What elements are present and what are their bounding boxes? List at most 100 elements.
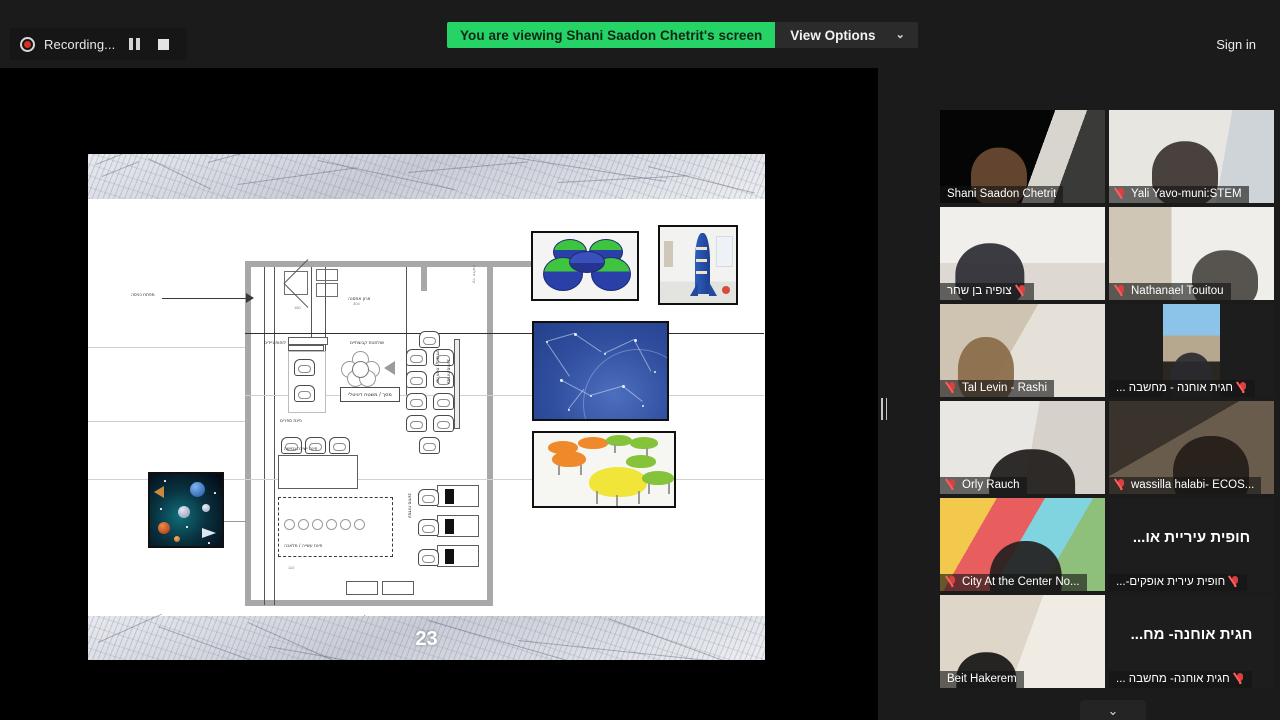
participant-nameplate: Yali Yavo-muni:STEM — [1109, 186, 1249, 203]
mic-muted-icon — [1116, 285, 1126, 297]
participant-nameplate: Orly Rauch — [940, 477, 1027, 494]
label-group-tables-right: שולחנות קבוצתיים — [434, 349, 440, 383]
participant-grid: Shani Saadon Chetrit Yali Yavo-muni:STEM צ… — [940, 110, 1280, 688]
chevron-down-icon: ⌄ — [896, 30, 905, 41]
chair — [294, 359, 315, 376]
space-photo-leader — [224, 521, 246, 522]
monitor-icon — [445, 489, 454, 504]
label-flex-seating: פינת ישיבה גמישה — [284, 447, 317, 453]
label-windows-wall: קיר חלונות — [472, 265, 477, 284]
participant-nameplate: Tal Levin - Rashi — [940, 380, 1054, 397]
participant-nameplate: חגית אוחנה- מחשבה ... — [1109, 671, 1252, 688]
bottom-desk-a — [346, 581, 378, 595]
guide-line-left-b — [88, 347, 245, 348]
interior-wall-d — [264, 267, 265, 605]
chair — [406, 371, 427, 388]
gallery-scroll-down-button[interactable]: ⌄ — [1080, 700, 1146, 720]
participant-nameplate: חופית עירית אופקים-... — [1109, 574, 1247, 591]
interior-wall-e — [274, 267, 275, 605]
group-table-lower — [278, 455, 358, 489]
participant-nameplate: Beit Hakerem — [940, 671, 1024, 688]
guide-line-left-a — [88, 421, 245, 422]
wall-segment-corner — [421, 261, 427, 291]
modular-tables-photo — [532, 431, 676, 508]
flower-stools-photo — [531, 231, 639, 301]
participant-tile[interactable]: Nathanael Touitou — [1109, 207, 1274, 300]
participant-tile[interactable]: חופית עיריית או...חופית עירית אופקים-... — [1109, 498, 1274, 591]
participant-nameplate: Shani Saadon Chetrit — [940, 186, 1063, 203]
floor-plan-drawing: מפתח כניסה לוחות ניידים פינת ספרים פינת … — [88, 199, 765, 616]
monitor-icon — [445, 519, 454, 534]
label-library-corner: פינת ספרים — [280, 419, 302, 425]
entry-leader-line — [162, 298, 247, 299]
table-pointer-icon — [384, 361, 395, 375]
chair — [418, 549, 439, 566]
dim-label-180: 180 — [294, 305, 301, 310]
label-computer-stations: עמדות מחשב — [445, 359, 451, 384]
label-storage: ארון אחסנה — [348, 297, 370, 303]
chevron-down-icon: ⌄ — [1108, 703, 1119, 719]
participant-nameplate: wassilla halabi- ECOS... — [1109, 477, 1261, 494]
storage-unit-top — [316, 269, 338, 281]
mic-muted-icon — [1116, 188, 1126, 200]
participant-tile[interactable]: Tal Levin - Rashi — [940, 304, 1105, 397]
participant-name: צופיה בן שחר — [947, 285, 1012, 297]
chair — [406, 349, 427, 366]
participant-tile[interactable]: Beit Hakerem — [940, 595, 1105, 688]
participant-tile[interactable]: Orly Rauch — [940, 401, 1105, 494]
monitor-icon — [445, 549, 454, 564]
viewing-screen-banner: You are viewing Shani Saadon Chetrit's s… — [447, 22, 775, 48]
mic-muted-icon — [1116, 479, 1126, 491]
chair — [329, 437, 350, 454]
chair — [406, 393, 427, 410]
participant-tile[interactable]: Yali Yavo-muni:STEM — [1109, 110, 1274, 203]
label-maker-space: פינת עשייה / מלאכה — [284, 544, 322, 550]
drag-handle-icon[interactable] — [881, 398, 887, 420]
chair — [433, 393, 454, 410]
panel-divider[interactable] — [878, 68, 940, 720]
recording-indicator: Recording... — [10, 28, 187, 60]
chair — [419, 331, 440, 348]
participant-tile[interactable]: חגית אוחנה- מח...חגית אוחנה- מחשבה ... — [1109, 595, 1274, 688]
participant-name: wassilla halabi- ECOS... — [1131, 479, 1254, 491]
round-stool-cluster — [284, 517, 370, 537]
participant-tile[interactable]: City At the Center No... — [940, 498, 1105, 591]
mobile-board-a — [288, 337, 328, 345]
mic-muted-icon — [1238, 382, 1248, 394]
mic-muted-icon — [947, 479, 957, 491]
participant-tile[interactable]: חגית אוחנה - מחשבה ... — [1109, 304, 1274, 397]
shared-screen-stage[interactable]: מפתח כניסה לוחות ניידים פינת ספרים פינת … — [0, 68, 878, 720]
stop-icon — [158, 39, 169, 50]
computer-desk — [437, 485, 479, 507]
storage-unit-bottom — [316, 283, 338, 297]
chair — [418, 489, 439, 506]
participant-name: Nathanael Touitou — [1131, 285, 1224, 297]
top-toolbar: Recording... You are viewing Shani Saado… — [0, 0, 1280, 68]
participant-tile[interactable]: צופיה בן שחר — [940, 207, 1105, 300]
participant-tile[interactable]: wassilla halabi- ECOS... — [1109, 401, 1274, 494]
chair — [418, 519, 439, 536]
participant-name: City At the Center No... — [962, 576, 1080, 588]
mic-muted-icon — [1230, 576, 1240, 588]
entry-arrow-icon — [246, 293, 254, 303]
view-options-button[interactable]: View Options ⌄ — [775, 22, 917, 48]
stop-recording-button[interactable] — [153, 34, 173, 54]
participant-gallery: Shani Saadon Chetrit Yali Yavo-muni:STEM צ… — [940, 110, 1280, 688]
bottom-desk-b — [382, 581, 414, 595]
chair — [433, 415, 454, 432]
screen-share-status-bar: You are viewing Shani Saadon Chetrit's s… — [447, 22, 918, 48]
participant-name: Beit Hakerem — [947, 673, 1017, 685]
sign-in-button[interactable]: Sign in — [1204, 32, 1268, 57]
mic-muted-icon — [1017, 285, 1027, 297]
mic-muted-icon — [1235, 673, 1245, 685]
recording-label: Recording... — [44, 37, 115, 52]
pause-icon — [129, 38, 140, 50]
participant-name: חגית אוחנה - מחשבה ... — [1116, 382, 1233, 394]
constellation-map-photo — [532, 321, 669, 421]
rocket-bookshelf-photo — [658, 225, 738, 305]
blueprint-header-band — [88, 154, 765, 199]
participant-tile[interactable]: Shani Saadon Chetrit — [940, 110, 1105, 203]
label-computer-row: עמדות מחשב — [406, 493, 412, 518]
view-options-label: View Options — [790, 28, 875, 43]
pause-recording-button[interactable] — [124, 34, 144, 54]
